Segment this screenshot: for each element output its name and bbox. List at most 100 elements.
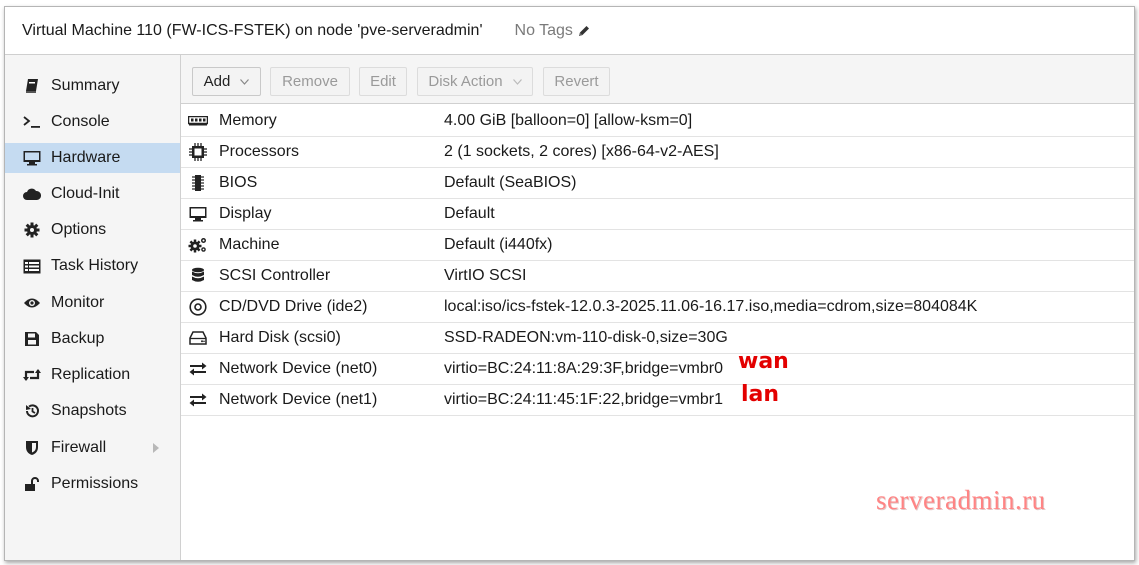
desktop-icon xyxy=(187,204,209,224)
sidebar-item-snapshots[interactable]: Snapshots xyxy=(5,396,180,426)
hardware-name: Network Device (net0) xyxy=(219,359,378,377)
hardware-name: Machine xyxy=(219,235,280,253)
list-icon xyxy=(23,257,41,275)
gears-icon xyxy=(187,235,209,255)
sidebar-item-label: Cloud-Init xyxy=(51,185,120,202)
terminal-icon xyxy=(23,113,41,131)
hardware-row-hard-disk[interactable]: Hard Disk (scsi0) SSD-RADEON:vm-110-disk… xyxy=(181,322,1134,354)
sidebar: Summary Console Hardware Cloud-Init Opti… xyxy=(5,55,181,560)
sidebar-item-console[interactable]: Console xyxy=(5,107,180,137)
desktop-icon xyxy=(23,149,41,167)
remove-button[interactable]: Remove xyxy=(270,67,350,96)
revert-button[interactable]: Revert xyxy=(543,67,610,96)
hardware-row-display[interactable]: Display Default xyxy=(181,198,1134,230)
hardware-row-memory[interactable]: Memory 4.00 GiB [balloon=0] [allow-ksm=0… xyxy=(181,105,1134,137)
retweet-icon xyxy=(23,366,41,384)
vm-panel: Virtual Machine 110 (FW-ICS-FSTEK) on no… xyxy=(4,6,1135,561)
hardware-row-network-net1[interactable]: Network Device (net1) virtio=BC:24:11:45… xyxy=(181,382,1134,416)
hardware-name: BIOS xyxy=(219,173,258,191)
history-icon xyxy=(23,402,41,420)
sidebar-item-hardware[interactable]: Hardware xyxy=(5,143,180,173)
hdd-icon xyxy=(187,328,209,348)
hardware-value: 2 (1 sockets, 2 cores) [x86-64-v2-AES] xyxy=(444,142,719,160)
disk-action-button[interactable]: Disk Action xyxy=(417,67,533,96)
sidebar-item-permissions[interactable]: Permissions xyxy=(5,469,180,499)
hardware-value: Default (i440fx) xyxy=(444,235,553,253)
sidebar-item-monitor[interactable]: Monitor xyxy=(5,288,180,318)
sidebar-item-task-history[interactable]: Task History xyxy=(5,251,180,281)
sidebar-item-replication[interactable]: Replication xyxy=(5,360,180,390)
hardware-value: SSD-RADEON:vm-110-disk-0,size=30G xyxy=(444,328,728,346)
hardware-name: CD/DVD Drive (ide2) xyxy=(219,297,368,315)
hardware-row-machine[interactable]: Machine Default (i440fx) xyxy=(181,229,1134,261)
hardware-name: Memory xyxy=(219,111,277,129)
eye-icon xyxy=(23,294,41,312)
exchange-icon xyxy=(187,359,209,379)
sidebar-item-label: Options xyxy=(51,221,107,238)
remove-button-label: Remove xyxy=(282,73,338,90)
toolbar: Add Remove Edit Disk Action Revert xyxy=(181,55,1134,104)
sidebar-item-label: Backup xyxy=(51,330,105,347)
hardware-name: SCSI Controller xyxy=(219,266,331,284)
page-title: Virtual Machine 110 (FW-ICS-FSTEK) on no… xyxy=(22,21,483,39)
database-icon xyxy=(187,266,209,286)
hardware-row-network-net0[interactable]: Network Device (net0) virtio=BC:24:11:8A… xyxy=(181,349,1134,385)
pencil-icon[interactable] xyxy=(577,24,591,38)
cloud-icon xyxy=(23,185,41,203)
annotation-lan: lan xyxy=(741,382,780,407)
hardware-value: Default xyxy=(444,204,495,222)
title-bar: Virtual Machine 110 (FW-ICS-FSTEK) on no… xyxy=(5,7,1134,55)
tags-label: No Tags xyxy=(514,21,573,39)
sidebar-item-label: Summary xyxy=(51,77,120,94)
sidebar-item-label: Firewall xyxy=(51,439,107,456)
hardware-name: Network Device (net1) xyxy=(219,390,378,408)
tags-editor[interactable]: No Tags xyxy=(515,22,591,40)
add-button-label: Add xyxy=(203,73,231,90)
hardware-value: VirtIO SCSI xyxy=(444,266,527,284)
sidebar-item-summary[interactable]: Summary xyxy=(5,71,180,101)
exchange-icon xyxy=(187,390,209,410)
hardware-value: virtio=BC:24:11:8A:29:3F,bridge=vmbr0 xyxy=(444,359,723,377)
sidebar-item-firewall[interactable]: Firewall xyxy=(5,433,180,463)
unlock-icon xyxy=(23,475,41,493)
revert-button-label: Revert xyxy=(554,73,599,90)
cpu-icon xyxy=(187,142,209,162)
sidebar-item-label: Monitor xyxy=(51,294,105,311)
memory-icon xyxy=(187,111,209,131)
hardware-value: virtio=BC:24:11:45:1F:22,bridge=vmbr1 xyxy=(444,390,723,408)
chip-icon xyxy=(187,173,209,193)
sidebar-item-backup[interactable]: Backup xyxy=(5,324,180,354)
floppy-icon xyxy=(23,330,41,348)
annotation-wan: wan xyxy=(738,349,789,374)
hardware-row-scsi-controller[interactable]: SCSI Controller VirtIO SCSI xyxy=(181,260,1134,292)
edit-button-label: Edit xyxy=(370,73,396,90)
chevron-down-icon xyxy=(240,78,250,85)
hardware-name: Processors xyxy=(219,142,300,160)
sidebar-item-label: Console xyxy=(51,113,110,130)
gear-icon xyxy=(23,221,41,239)
hardware-name: Display xyxy=(219,204,272,222)
hardware-row-bios[interactable]: BIOS Default (SeaBIOS) xyxy=(181,167,1134,199)
sidebar-item-label: Hardware xyxy=(51,149,121,166)
hardware-row-cd-dvd-drive[interactable]: CD/DVD Drive (ide2) local:iso/ics-fstek-… xyxy=(181,291,1134,323)
add-button[interactable]: Add xyxy=(192,67,261,96)
hardware-panel: Add Remove Edit Disk Action Revert Memor… xyxy=(181,55,1134,560)
sidebar-item-label: Replication xyxy=(51,366,131,383)
edit-button[interactable]: Edit xyxy=(359,67,407,96)
sidebar-item-label: Snapshots xyxy=(51,402,127,419)
disk-action-button-label: Disk Action xyxy=(428,73,503,90)
chevron-right-icon[interactable] xyxy=(151,442,161,454)
sidebar-item-options[interactable]: Options xyxy=(5,215,180,245)
sidebar-item-label: Task History xyxy=(51,257,139,274)
book-icon xyxy=(23,77,41,95)
hardware-row-processors[interactable]: Processors 2 (1 sockets, 2 cores) [x86-6… xyxy=(181,136,1134,168)
sidebar-item-cloud-init[interactable]: Cloud-Init xyxy=(5,179,180,209)
hardware-value: Default (SeaBIOS) xyxy=(444,173,577,191)
hardware-name: Hard Disk (scsi0) xyxy=(219,328,341,346)
hardware-value: local:iso/ics-fstek-12.0.3-2025.11.06-16… xyxy=(444,297,978,315)
disc-icon xyxy=(187,297,209,317)
chevron-down-icon xyxy=(512,78,522,85)
shield-icon xyxy=(23,439,41,457)
sidebar-item-label: Permissions xyxy=(51,475,139,492)
watermark: serveradmin.ru xyxy=(876,485,1046,515)
